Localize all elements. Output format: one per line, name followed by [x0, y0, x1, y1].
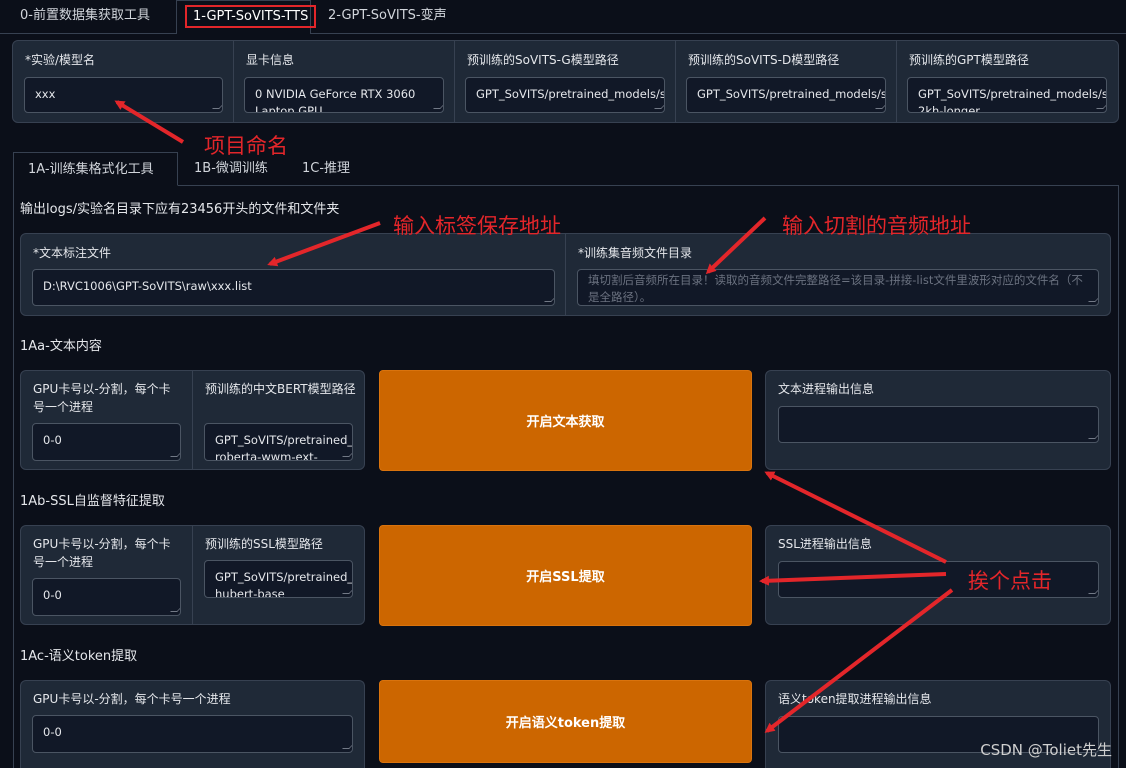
annotation-project-name: 项目命名: [204, 134, 288, 158]
arrow-project-name: [114, 100, 185, 144]
arrow-audio-path: [705, 216, 767, 275]
annotation-audio-path: 输入切割的音频地址: [782, 214, 971, 238]
arrow-label-path: [267, 221, 381, 267]
annotation-arrows: [114, 100, 954, 733]
arrow-click-3: [764, 588, 954, 733]
watermark: CSDN @Toliet先生: [980, 741, 1112, 759]
arrow-click-2: [759, 572, 947, 586]
annotation-click-in-turn: 挨个点击: [968, 569, 1052, 593]
annotation-label-path: 输入标签保存地址: [393, 214, 561, 238]
arrow-click-1: [764, 471, 947, 564]
